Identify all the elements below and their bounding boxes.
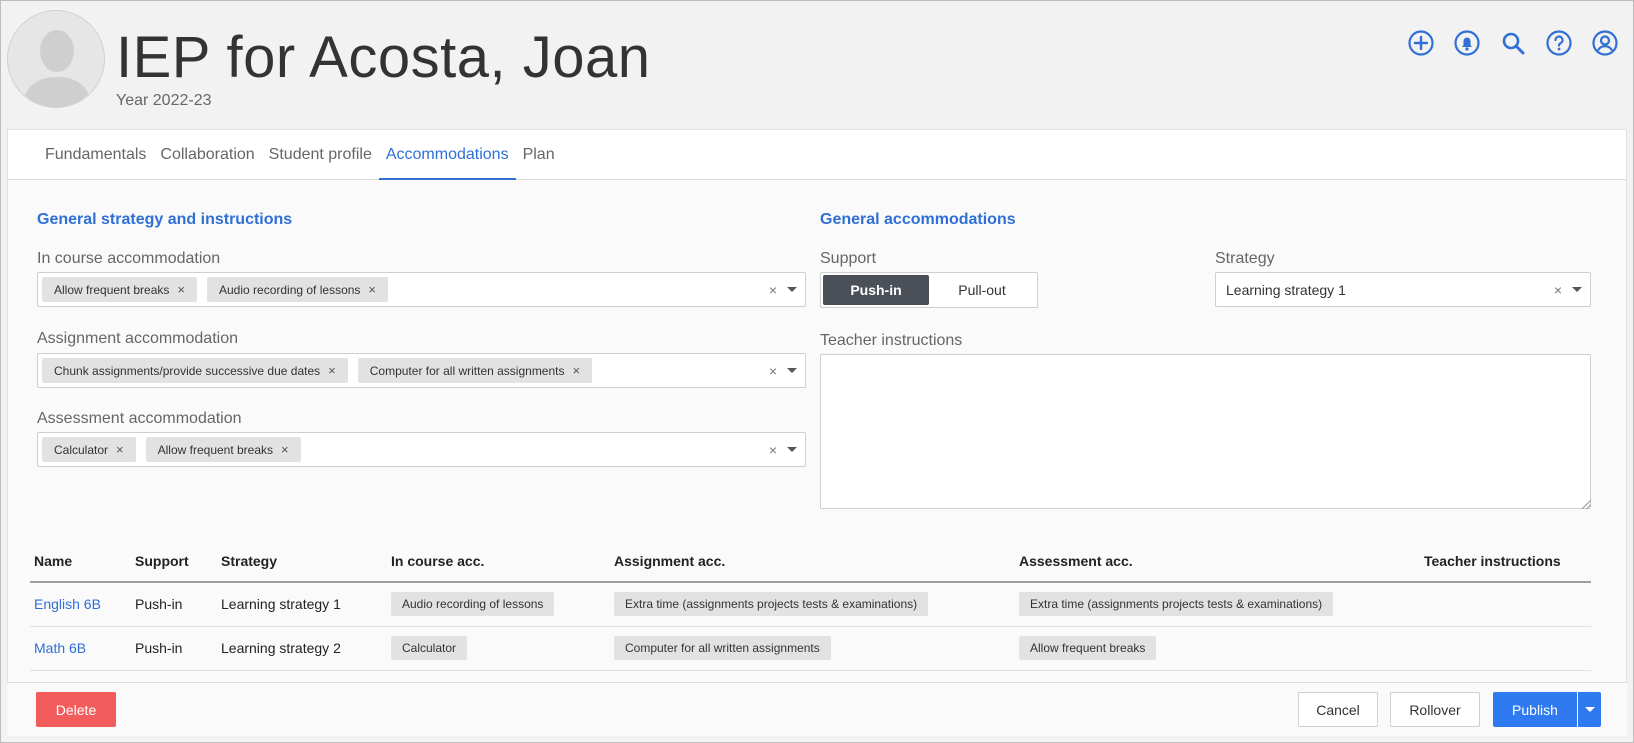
clear-icon[interactable]: × <box>769 282 777 298</box>
remove-chip-icon[interactable]: × <box>328 363 336 378</box>
cell-support: Push-in <box>131 626 217 671</box>
course-link[interactable]: Math 6B <box>34 640 86 656</box>
remove-chip-icon[interactable]: × <box>116 442 124 457</box>
support-push-in[interactable]: Push-in <box>823 275 929 305</box>
column-header: Strategy <box>217 549 387 583</box>
general-accommodations-title: General accommodations <box>820 211 1016 228</box>
cell-in-course: Calculator <box>387 626 610 671</box>
tag: Extra time (assignments projects tests &… <box>1019 592 1334 617</box>
delete-button[interactable]: Delete <box>36 692 116 727</box>
support-toggle: Push-in Pull-out <box>820 272 1038 308</box>
clear-icon[interactable]: × <box>769 442 777 458</box>
chip: Audio recording of lessons × <box>207 277 389 302</box>
select-controls: × <box>769 273 797 306</box>
assessment-label: Assessment accommodation <box>37 410 242 427</box>
remove-chip-icon[interactable]: × <box>281 442 289 457</box>
chip: Computer for all written assignments × <box>357 358 593 383</box>
teacher-instructions-input[interactable] <box>820 354 1591 509</box>
remove-chip-icon[interactable]: × <box>368 282 376 297</box>
rollover-button[interactable]: Rollover <box>1390 692 1480 727</box>
assessment-select[interactable]: Calculator × Allow frequent breaks × × <box>37 432 806 467</box>
chip: Allow frequent breaks × <box>42 277 197 302</box>
chevron-down-icon[interactable] <box>787 447 797 452</box>
in-course-label: In course accommodation <box>37 250 221 267</box>
chevron-down-icon[interactable] <box>1572 287 1582 292</box>
tab-fundamentals[interactable]: Fundamentals <box>38 130 153 180</box>
column-header: Assignment acc. <box>610 549 1015 583</box>
cell-support: Push-in <box>131 582 217 627</box>
tag: Audio recording of lessons <box>391 592 555 617</box>
select-controls: × <box>769 354 797 387</box>
tab-collaboration[interactable]: Collaboration <box>153 130 261 180</box>
support-label: Support <box>820 250 877 267</box>
column-header: In course acc. <box>387 549 610 583</box>
tag: Computer for all written assignments <box>614 636 831 660</box>
resize-handle[interactable] <box>1582 500 1591 509</box>
cell-strategy: Learning strategy 1 <box>217 582 387 627</box>
help-icon[interactable] <box>1544 28 1574 58</box>
accommodations-table: Name Support Strategy In course acc. Ass… <box>30 549 1591 671</box>
general-strategy-title: General strategy and instructions <box>37 211 293 228</box>
bell-icon[interactable] <box>1452 28 1482 58</box>
remove-chip-icon[interactable]: × <box>573 363 581 378</box>
cell-assessment: Extra time (assignments projects tests &… <box>1015 582 1420 627</box>
tab-plan[interactable]: Plan <box>516 130 562 180</box>
cell-assessment: Allow frequent breaks <box>1015 626 1420 671</box>
chip: Allow frequent breaks × <box>145 437 301 462</box>
column-header: Teacher instructions <box>1420 549 1591 583</box>
cancel-button[interactable]: Cancel <box>1298 692 1378 727</box>
search-icon[interactable] <box>1498 28 1528 58</box>
tag: Extra time (assignments projects tests &… <box>614 592 929 617</box>
cell-teacher <box>1420 626 1591 671</box>
select-controls: × <box>1554 273 1582 306</box>
tag: Allow frequent breaks <box>1019 636 1157 660</box>
tab-accommodations[interactable]: Accommodations <box>378 130 516 180</box>
page-title: IEP for Acosta, Joan <box>116 25 651 90</box>
column-header: Name <box>30 549 131 583</box>
chevron-down-icon[interactable] <box>787 368 797 373</box>
chevron-down-icon[interactable] <box>787 287 797 292</box>
table-row: Math 6B Push-in Learning strategy 2 Calc… <box>30 626 1591 671</box>
strategy-value: Learning strategy 1 <box>1226 282 1346 298</box>
clear-icon[interactable]: × <box>1554 282 1562 298</box>
chip: Chunk assignments/provide successive due… <box>42 358 348 383</box>
add-circle-icon[interactable] <box>1406 28 1436 58</box>
avatar <box>7 10 105 108</box>
assignment-label: Assignment accommodation <box>37 330 238 347</box>
publish-button[interactable]: Publish <box>1493 692 1577 727</box>
cell-name: Math 6B <box>30 626 131 671</box>
page-subtitle: Year 2022-23 <box>116 92 212 109</box>
column-header: Support <box>131 549 217 583</box>
table-header-row: Name Support Strategy In course acc. Ass… <box>30 549 1591 583</box>
cell-teacher <box>1420 582 1591 627</box>
chip: Calculator × <box>42 437 136 462</box>
publish-options-button[interactable] <box>1578 692 1601 727</box>
cell-strategy: Learning strategy 2 <box>217 626 387 671</box>
clear-icon[interactable]: × <box>769 363 777 379</box>
strategy-label: Strategy <box>1215 250 1275 267</box>
person-placeholder-icon <box>8 11 104 107</box>
cell-assignment: Extra time (assignments projects tests &… <box>610 582 1015 627</box>
cell-name: English 6B <box>30 582 131 627</box>
chevron-down-icon <box>1584 707 1595 712</box>
assignment-select[interactable]: Chunk assignments/provide successive due… <box>37 353 806 388</box>
footer-bar: Delete Cancel Rollover Publish <box>7 682 1627 736</box>
column-header: Assessment acc. <box>1015 549 1420 583</box>
account-icon[interactable] <box>1590 28 1620 58</box>
strategy-select[interactable]: Learning strategy 1 × <box>1215 272 1591 307</box>
teacher-instructions-label: Teacher instructions <box>820 332 963 349</box>
tag: Calculator <box>391 636 468 660</box>
select-controls: × <box>769 433 797 466</box>
in-course-select[interactable]: Allow frequent breaks × Audio recording o… <box>37 272 806 307</box>
tab-bar: Fundamentals Collaboration Student profi… <box>8 130 1626 180</box>
cell-in-course: Audio recording of lessons <box>387 582 610 627</box>
course-link[interactable]: English 6B <box>34 596 101 612</box>
tab-student-profile[interactable]: Student profile <box>262 130 379 180</box>
cell-assignment: Computer for all written assignments <box>610 626 1015 671</box>
remove-chip-icon[interactable]: × <box>177 282 185 297</box>
support-pull-out[interactable]: Pull-out <box>929 275 1035 305</box>
header-actions <box>1406 28 1620 58</box>
table-row: English 6B Push-in Learning strategy 1 A… <box>30 582 1591 627</box>
